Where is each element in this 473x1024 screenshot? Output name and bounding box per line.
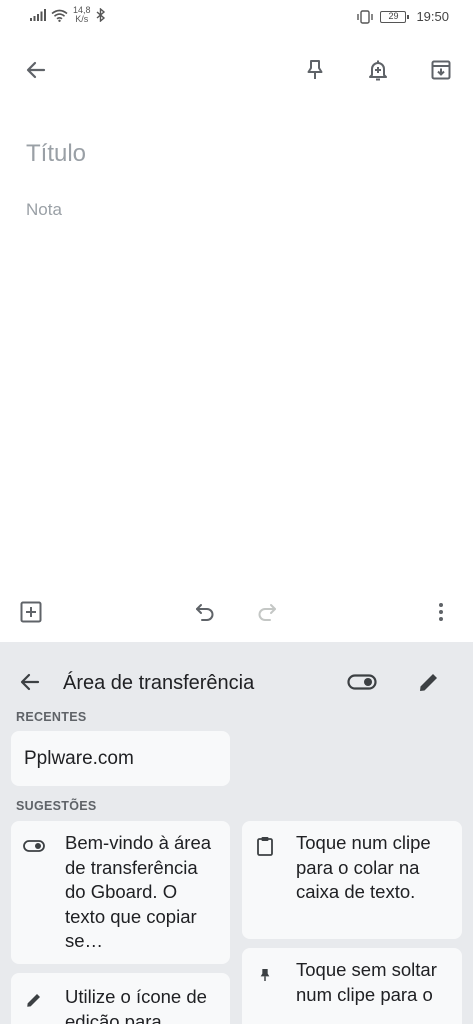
clipboard-back-button[interactable] [10,662,50,702]
pin-icon [254,964,276,986]
undo-button[interactable] [185,592,225,632]
suggestion-card[interactable]: Toque sem soltar num clipe para o [242,948,462,1024]
arrow-back-icon [20,673,40,691]
bluetooth-icon [96,8,105,22]
bell-plus-icon [369,60,387,81]
pin-button[interactable] [295,50,335,90]
suggestion-text: Bem-vindo à área de transferência do Gbo… [65,832,212,951]
toggle-icon [23,835,45,857]
net-speed-unit: K/s [75,14,89,24]
suggestion-card[interactable]: Toque num clipe para o colar na caixa de… [242,821,462,939]
clipboard-toggle[interactable] [342,662,382,702]
clipboard-icon [254,835,276,857]
redo-icon [258,604,276,621]
recent-clip-text: Pplware.com [24,748,134,769]
suggestion-text: Toque sem soltar num clipe para o [296,959,437,1005]
screen: 14,8 K/s 29 19:50 Título Nota Área de tr… [0,0,473,1024]
clipboard-edit-button[interactable] [409,662,449,702]
add-content-button[interactable] [11,592,51,632]
clipboard-title: Área de transferência [63,672,255,694]
status-bar: 14,8 K/s 29 19:50 [0,0,473,36]
arrow-back-icon [26,61,46,79]
suggestions-section-label: SUGESTÕES [16,799,97,813]
clipboard-header: Área de transferência [0,652,473,708]
undo-icon [196,604,214,621]
note-bottom-toolbar [0,590,473,640]
toggle-icon [347,674,377,690]
clock: 19:50 [416,9,449,24]
note-input[interactable]: Nota [26,200,62,220]
pin-icon [307,60,323,79]
recent-clip[interactable]: Pplware.com [11,731,230,786]
more-options-button[interactable] [421,592,461,632]
recent-section-label: RECENTES [16,710,87,724]
more-vert-icon [439,603,443,621]
suggestion-text: Utilize o ícone de edição para [65,986,207,1024]
suggestion-text: Toque num clipe para o colar na caixa de… [296,832,431,902]
status-left: 14,8 K/s [30,6,106,24]
redo-button[interactable] [247,592,287,632]
pencil-icon [420,674,437,691]
title-input[interactable]: Título [26,140,86,168]
signal-icon [30,9,46,21]
status-right: 29 19:50 [356,9,449,24]
vibrate-icon [357,9,374,24]
archive-button[interactable] [421,50,461,90]
suggestion-card[interactable]: Bem-vindo à área de transferência do Gbo… [11,821,230,964]
suggestion-card[interactable]: Utilize o ícone de edição para [11,973,230,1024]
net-speed: 14,8 K/s [73,6,91,24]
pencil-icon [23,989,45,1011]
reminder-button[interactable] [358,50,398,90]
add-box-icon [20,601,42,623]
wifi-icon [51,9,68,22]
archive-icon [431,60,451,80]
back-button[interactable] [16,50,56,90]
battery-icon: 29 [380,10,410,23]
clipboard-panel: Área de transferência RECENTES Pplware.c… [0,642,473,1024]
